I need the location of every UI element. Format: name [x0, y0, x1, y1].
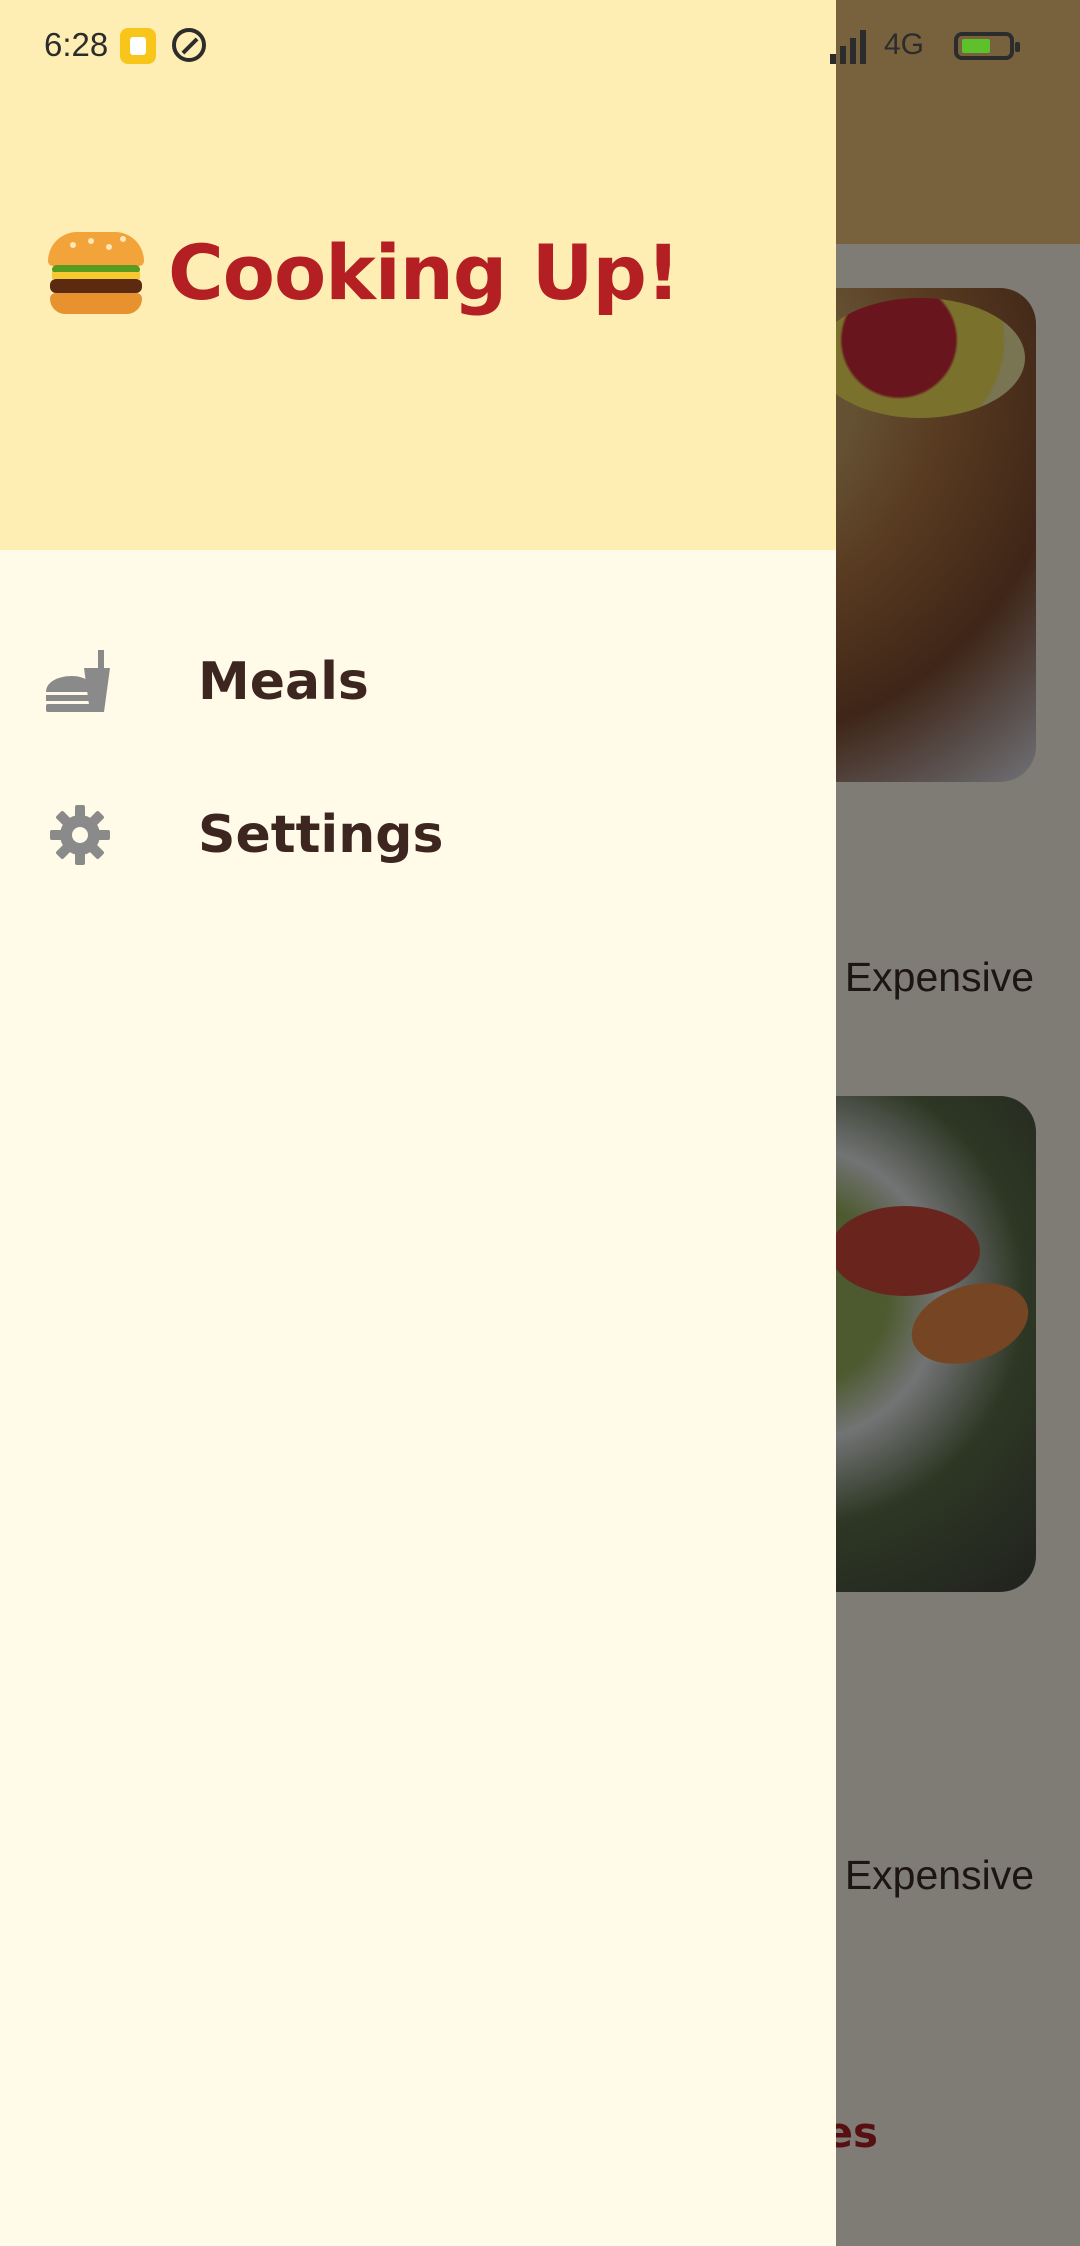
navigation-drawer: Cooking Up! Meals Settings	[0, 0, 836, 2246]
fastfood-icon	[46, 650, 110, 712]
drawer-item-meals[interactable]: Meals	[0, 607, 836, 757]
signal-icon	[830, 30, 866, 64]
drawer-title: Cooking Up!	[168, 228, 681, 317]
notification-badge-icon	[120, 28, 156, 64]
network-type: 4G	[884, 28, 925, 61]
battery-charging-icon	[954, 32, 1020, 60]
gear-icon	[50, 805, 110, 865]
drawer-item-settings[interactable]: Settings	[0, 760, 836, 910]
status-bar: 6:28 4G	[0, 0, 1080, 96]
at-sign-icon	[172, 28, 206, 62]
drawer-item-label: Meals	[198, 652, 369, 712]
hamburger-emoji-icon	[48, 231, 144, 314]
status-time: 6:28	[44, 26, 109, 63]
drawer-title-row: Cooking Up!	[48, 228, 681, 317]
drawer-item-label: Settings	[198, 805, 444, 865]
